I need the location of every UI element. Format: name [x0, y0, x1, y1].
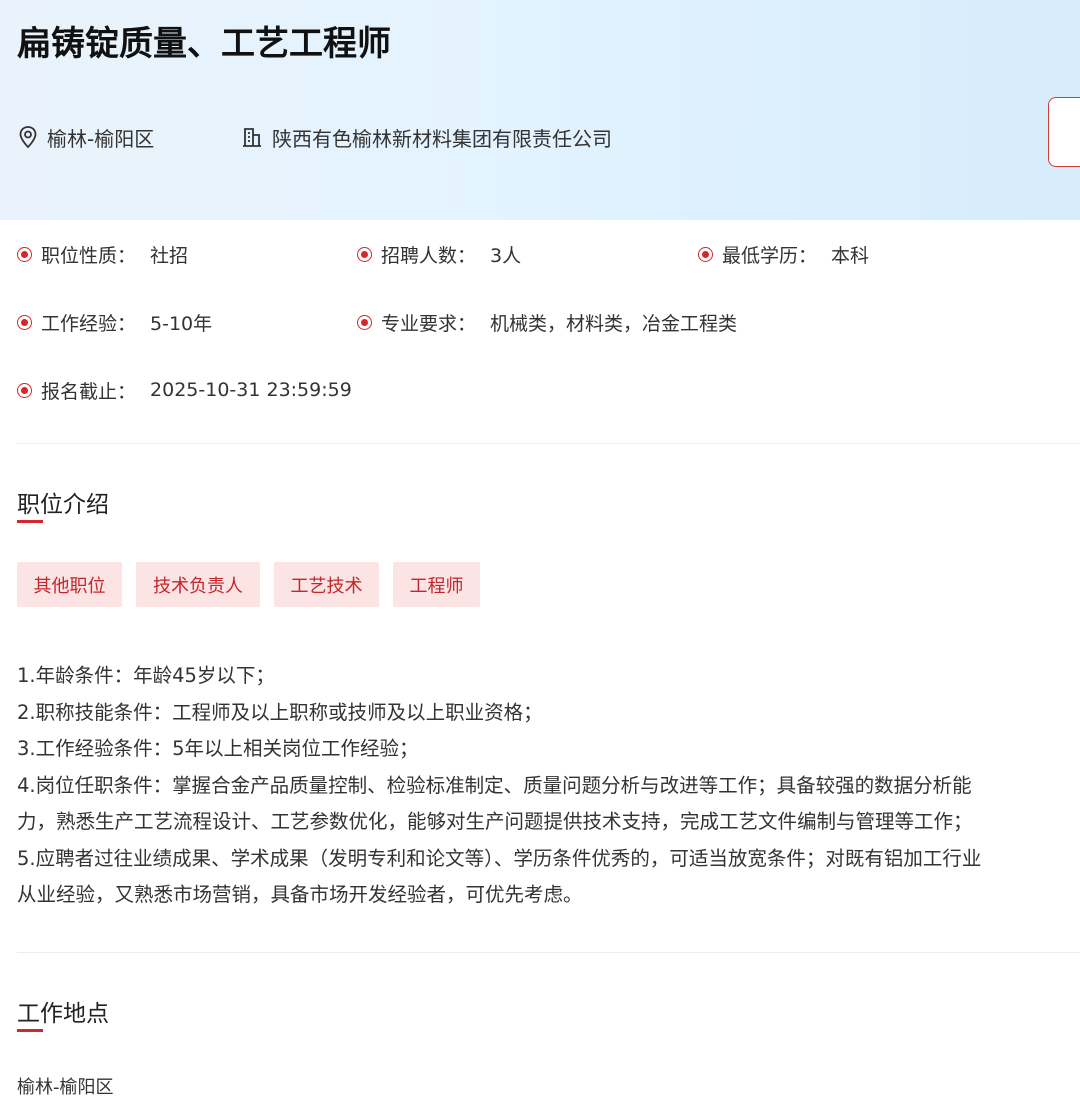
info-education: 最低学历： 本科: [698, 239, 869, 269]
apply-button[interactable]: [1048, 97, 1080, 167]
bullet-dot-icon: [357, 246, 372, 262]
info-value: 本科: [831, 244, 870, 267]
bullet-dot-icon: [357, 314, 372, 330]
desc-line: 3.工作经验条件：5年以上相关岗位工作经验；: [17, 737, 419, 760]
tag-process-tech[interactable]: 工艺技术: [274, 562, 379, 607]
info-label: 专业要求：: [381, 312, 477, 335]
info-experience: 工作经验： 5-10年: [17, 307, 212, 337]
info-label: 最低学历：: [722, 244, 818, 267]
desc-line: 2.职称技能条件：工程师及以上职称或技师及以上职业资格；: [17, 700, 543, 724]
info-major: 专业要求： 机械类，材料类，冶金工程类: [357, 307, 737, 337]
building-icon: [243, 128, 261, 147]
section-underline: [17, 520, 43, 523]
job-header: 扁铸锭质量、工艺工程师 榆林-榆阳区 陕西有色榆林新材料集团有限责任公司: [0, 0, 1080, 220]
job-title: 扁铸锭质量、工艺工程师: [17, 24, 391, 64]
desc-line: 力，熟悉生产工艺流程设计、工艺参数优化，能够对生产问题提供技术支持，完成工艺文件…: [17, 810, 973, 833]
info-headcount: 招聘人数： 3人: [357, 239, 521, 269]
desc-line: 1.年龄条件：年龄45岁以下；: [17, 664, 275, 687]
info-value: 3人: [490, 244, 522, 267]
desc-line: 从业经验，又熟悉市场营销，具备市场开发经验者，可优先考虑。: [17, 883, 583, 906]
info-deadline: 报名截止： 2025-10-31 23:59:59: [17, 375, 352, 405]
info-label: 招聘人数：: [381, 244, 477, 267]
location-pin-icon: [19, 126, 37, 149]
job-location-text: 榆林-榆阳区: [47, 126, 155, 151]
job-description: 1.年龄条件：年龄45岁以下； 2.职称技能条件：工程师及以上职称或技师及以上职…: [17, 658, 1077, 914]
info-value: 社招: [150, 244, 189, 267]
info-label: 报名截止：: [41, 380, 137, 403]
divider: [17, 952, 1080, 953]
section-title-workplace: 工作地点: [17, 1001, 109, 1027]
info-value: 2025-10-31 23:59:59: [150, 379, 352, 401]
section-title-intro: 职位介绍: [17, 492, 109, 518]
job-location: 榆林-榆阳区: [17, 122, 154, 152]
section-underline: [17, 1029, 43, 1032]
company-name[interactable]: 陕西有色榆林新材料集团有限责任公司: [272, 123, 612, 152]
tag-tech-lead[interactable]: 技术负责人: [136, 562, 260, 607]
desc-line: 5.应聘者过往业绩成果、学术成果（发明专利和论文等）、学历条件优秀的，可适当放宽…: [17, 846, 982, 870]
divider: [17, 443, 1080, 444]
info-value: 机械类，材料类，冶金工程类: [490, 312, 738, 335]
bullet-dot-icon: [17, 382, 32, 398]
info-label: 职位性质：: [41, 244, 137, 267]
info-value: 5-10年: [150, 312, 213, 335]
desc-line: 4.岗位任职条件：掌握合金产品质量控制、检验标准制定、质量问题分析与改进等工作；…: [17, 773, 972, 797]
workplace-location: 榆林-榆阳区: [17, 1077, 114, 1098]
bullet-dot-icon: [17, 314, 32, 330]
info-label: 工作经验：: [41, 312, 137, 335]
tag-engineer[interactable]: 工程师: [393, 562, 480, 607]
info-job-nature: 职位性质： 社招: [17, 239, 188, 269]
job-company: 陕西有色榆林新材料集团有限责任公司: [240, 122, 612, 152]
bullet-dot-icon: [698, 246, 713, 262]
bullet-dot-icon: [17, 246, 32, 262]
tag-other-position[interactable]: 其他职位: [17, 562, 122, 607]
